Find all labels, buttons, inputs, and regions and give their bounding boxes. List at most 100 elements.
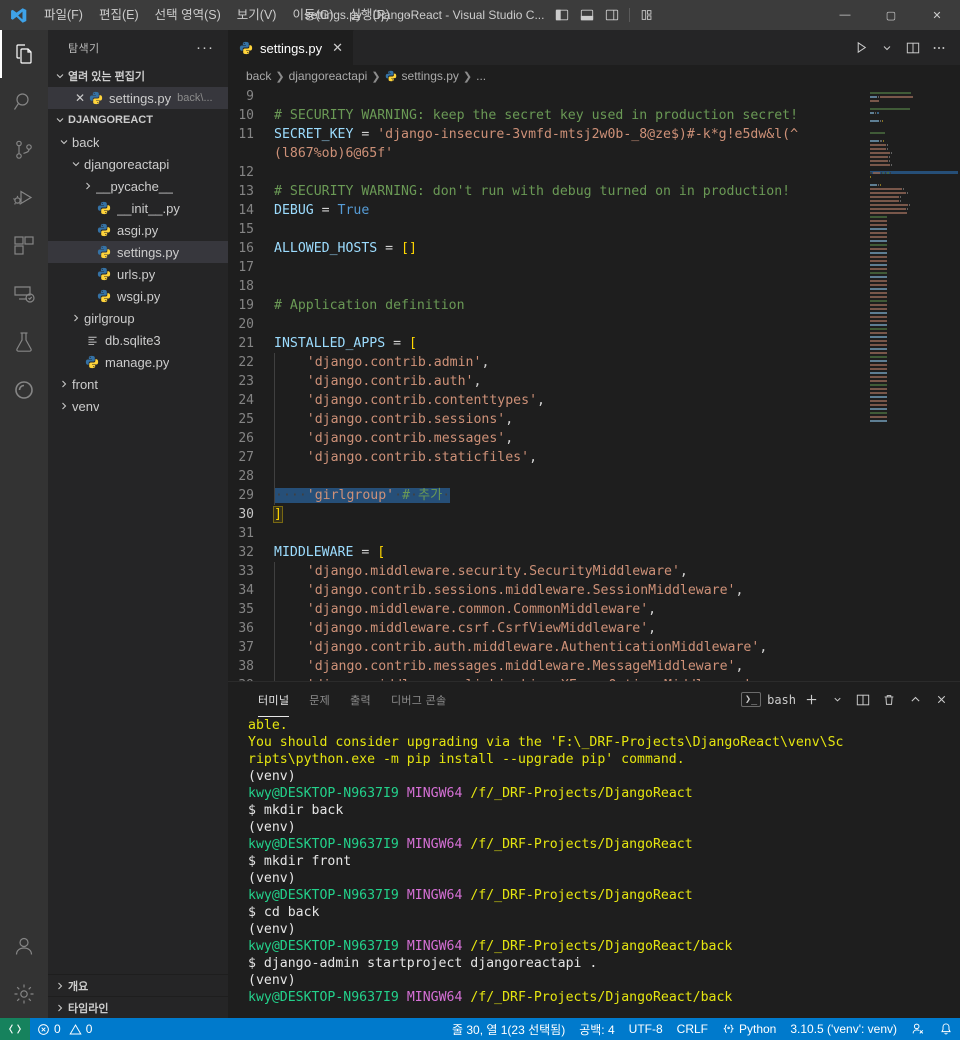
close-button[interactable]: ✕ bbox=[914, 0, 960, 30]
accounts-icon[interactable] bbox=[0, 922, 48, 970]
code-viewport[interactable]: 9 10 # SECURITY WARNING: keep the secret … bbox=[228, 87, 868, 681]
tree-item-manage-py[interactable]: manage.py bbox=[48, 351, 228, 373]
run-and-debug-icon[interactable] bbox=[0, 174, 48, 222]
live-share-icon[interactable] bbox=[904, 1018, 932, 1040]
code-line[interactable]: 16 ALLOWED_HOSTS = [] bbox=[228, 239, 868, 258]
breadcrumb-settings-py[interactable]: settings.py bbox=[385, 68, 459, 84]
code-line[interactable]: 17 bbox=[228, 258, 868, 277]
code-line[interactable]: 38 'django.contrib.messages.middleware.M… bbox=[228, 657, 868, 676]
tree-item-djangoreactapi[interactable]: djangoreactapi bbox=[48, 153, 228, 175]
run-python-file-icon[interactable] bbox=[850, 37, 872, 59]
code-content[interactable]: 9 10 # SECURITY WARNING: keep the secret … bbox=[228, 87, 868, 681]
section-open-editors[interactable]: 열려 있는 편집기 bbox=[48, 65, 228, 87]
kill-terminal-icon[interactable] bbox=[878, 689, 900, 711]
line-text[interactable]: 'django.contrib.sessions', bbox=[274, 410, 513, 429]
toggle-secondary-sidebar-icon[interactable] bbox=[604, 8, 620, 22]
line-text[interactable]: 'django.middleware.clickjacking.XFrameOp… bbox=[274, 676, 751, 681]
code-line[interactable]: 9 bbox=[228, 87, 868, 106]
tree-item--init-py[interactable]: __init__.py bbox=[48, 197, 228, 219]
minimize-button[interactable]: — bbox=[822, 0, 868, 30]
tree-item-back[interactable]: back bbox=[48, 131, 228, 153]
line-text[interactable]: 'django.middleware.csrf.CsrfViewMiddlewa… bbox=[274, 619, 656, 638]
line-text[interactable]: 'django.middleware.security.SecurityMidd… bbox=[274, 562, 688, 581]
code-line[interactable]: 34 'django.contrib.sessions.middleware.S… bbox=[228, 581, 868, 600]
encoding-setting[interactable]: UTF-8 bbox=[622, 1018, 670, 1040]
line-text[interactable] bbox=[274, 87, 282, 106]
line-text[interactable] bbox=[274, 277, 282, 296]
line-text[interactable]: INSTALLED_APPS = [ bbox=[274, 334, 417, 353]
line-text[interactable]: # SECURITY WARNING: keep the secret key … bbox=[274, 106, 798, 125]
source-control-icon[interactable] bbox=[0, 126, 48, 174]
language-mode[interactable]: Python bbox=[715, 1018, 783, 1040]
line-text[interactable]: 'django.contrib.sessions.middleware.Sess… bbox=[274, 581, 743, 600]
indentation-setting[interactable]: 공백: 4 bbox=[572, 1018, 621, 1040]
eol-setting[interactable]: CRLF bbox=[670, 1018, 715, 1040]
terminal-output[interactable]: able. You should consider upgrading via t… bbox=[228, 717, 960, 1018]
tree-item-asgi-py[interactable]: asgi.py bbox=[48, 219, 228, 241]
selected-text[interactable]: ····'girlgroup'·#·추가· bbox=[275, 488, 451, 503]
line-text[interactable]: ALLOWED_HOSTS = [] bbox=[274, 239, 417, 258]
tree-item--pycache-[interactable]: __pycache__ bbox=[48, 175, 228, 197]
code-line[interactable]: 30] bbox=[228, 505, 868, 524]
menu-view[interactable]: 보기(V) bbox=[229, 0, 285, 30]
code-line[interactable]: 29 ····'girlgroup'·#·추가· bbox=[228, 486, 868, 505]
terminal-shell-selector[interactable]: ❯_ bash bbox=[741, 692, 796, 707]
code-line[interactable]: 22 'django.contrib.admin', bbox=[228, 353, 868, 372]
line-text[interactable] bbox=[274, 524, 282, 543]
code-line[interactable]: 14 DEBUG = True bbox=[228, 201, 868, 220]
breadcrumb-back[interactable]: back bbox=[246, 69, 271, 83]
tree-item-girlgroup[interactable]: girlgroup bbox=[48, 307, 228, 329]
tree-item-venv[interactable]: venv bbox=[48, 395, 228, 417]
chevron-down-icon[interactable] bbox=[876, 37, 898, 59]
code-line[interactable]: 26 'django.contrib.messages', bbox=[228, 429, 868, 448]
section-workspace[interactable]: DJANGOREACT bbox=[48, 109, 228, 131]
tab-close-icon[interactable]: ✕ bbox=[332, 40, 343, 56]
code-editor[interactable]: 9 10 # SECURITY WARNING: keep the secret … bbox=[228, 87, 960, 681]
code-line[interactable]: 24 'django.contrib.contenttypes', bbox=[228, 391, 868, 410]
line-text[interactable] bbox=[274, 467, 283, 486]
line-text[interactable]: ····'girlgroup'·#·추가· bbox=[274, 486, 451, 505]
tree-item-db-sqlite3[interactable]: db.sqlite3 bbox=[48, 329, 228, 351]
toggle-primary-sidebar-icon[interactable] bbox=[554, 8, 570, 22]
line-text[interactable]: MIDDLEWARE = [ bbox=[274, 543, 385, 562]
settings-gear-icon[interactable] bbox=[0, 970, 48, 1018]
chevron-down-icon[interactable] bbox=[826, 689, 848, 711]
code-line[interactable]: 31 bbox=[228, 524, 868, 543]
customize-layout-icon[interactable] bbox=[639, 8, 655, 22]
line-text[interactable]: SECRET_KEY = 'django-insecure-3vmfd-mtsj… bbox=[274, 125, 798, 144]
code-line[interactable]: 23 'django.contrib.auth', bbox=[228, 372, 868, 391]
line-text[interactable]: 'django.contrib.admin', bbox=[274, 353, 489, 372]
code-line[interactable]: 12 bbox=[228, 163, 868, 182]
code-line[interactable]: 37 'django.contrib.auth.middleware.Authe… bbox=[228, 638, 868, 657]
code-line[interactable]: 27 'django.contrib.staticfiles', bbox=[228, 448, 868, 467]
line-text[interactable]: 'django.contrib.auth.middleware.Authenti… bbox=[274, 638, 767, 657]
code-line[interactable]: 10 # SECURITY WARNING: keep the secret ke… bbox=[228, 106, 868, 125]
section-outline[interactable]: 개요 bbox=[48, 974, 228, 996]
line-text[interactable] bbox=[274, 163, 282, 182]
explorer-more-actions-icon[interactable]: ··· bbox=[196, 39, 220, 56]
tab-debug-console[interactable]: 디버그 콘솔 bbox=[381, 682, 456, 717]
line-text[interactable]: DEBUG = True bbox=[274, 201, 369, 220]
close-icon[interactable]: ✕ bbox=[72, 91, 88, 105]
tab-settings-py[interactable]: settings.py ✕ bbox=[228, 30, 355, 65]
tab-terminal[interactable]: 터미널 bbox=[248, 682, 299, 717]
line-text[interactable]: # SECURITY WARNING: don't run with debug… bbox=[274, 182, 790, 201]
toggle-panel-icon[interactable] bbox=[579, 8, 595, 22]
breadcrumb-djangoreactapi[interactable]: djangoreactapi bbox=[289, 69, 368, 83]
split-editor-icon[interactable] bbox=[902, 37, 924, 59]
menu-edit[interactable]: 편집(E) bbox=[91, 0, 147, 30]
line-text[interactable]: 'django.contrib.auth', bbox=[274, 372, 481, 391]
line-text[interactable]: 'django.contrib.contenttypes', bbox=[274, 391, 545, 410]
tab-output[interactable]: 출력 bbox=[340, 682, 381, 717]
code-line[interactable]: 32 MIDDLEWARE = [ bbox=[228, 543, 868, 562]
line-text[interactable]: 'django.contrib.messages.middleware.Mess… bbox=[274, 657, 743, 676]
code-line[interactable]: (l867%ob)6@65f' bbox=[228, 144, 868, 163]
code-line[interactable]: 11 SECRET_KEY = 'django-insecure-3vmfd-mt… bbox=[228, 125, 868, 144]
maximize-panel-icon[interactable] bbox=[904, 689, 926, 711]
breadcrumb-symbol[interactable]: ... bbox=[476, 69, 486, 83]
code-line[interactable]: 19 # Application definition bbox=[228, 296, 868, 315]
maximize-button[interactable]: ▢ bbox=[868, 0, 914, 30]
close-panel-icon[interactable] bbox=[930, 689, 952, 711]
code-line[interactable]: 36 'django.middleware.csrf.CsrfViewMiddl… bbox=[228, 619, 868, 638]
code-line[interactable]: 18 bbox=[228, 277, 868, 296]
